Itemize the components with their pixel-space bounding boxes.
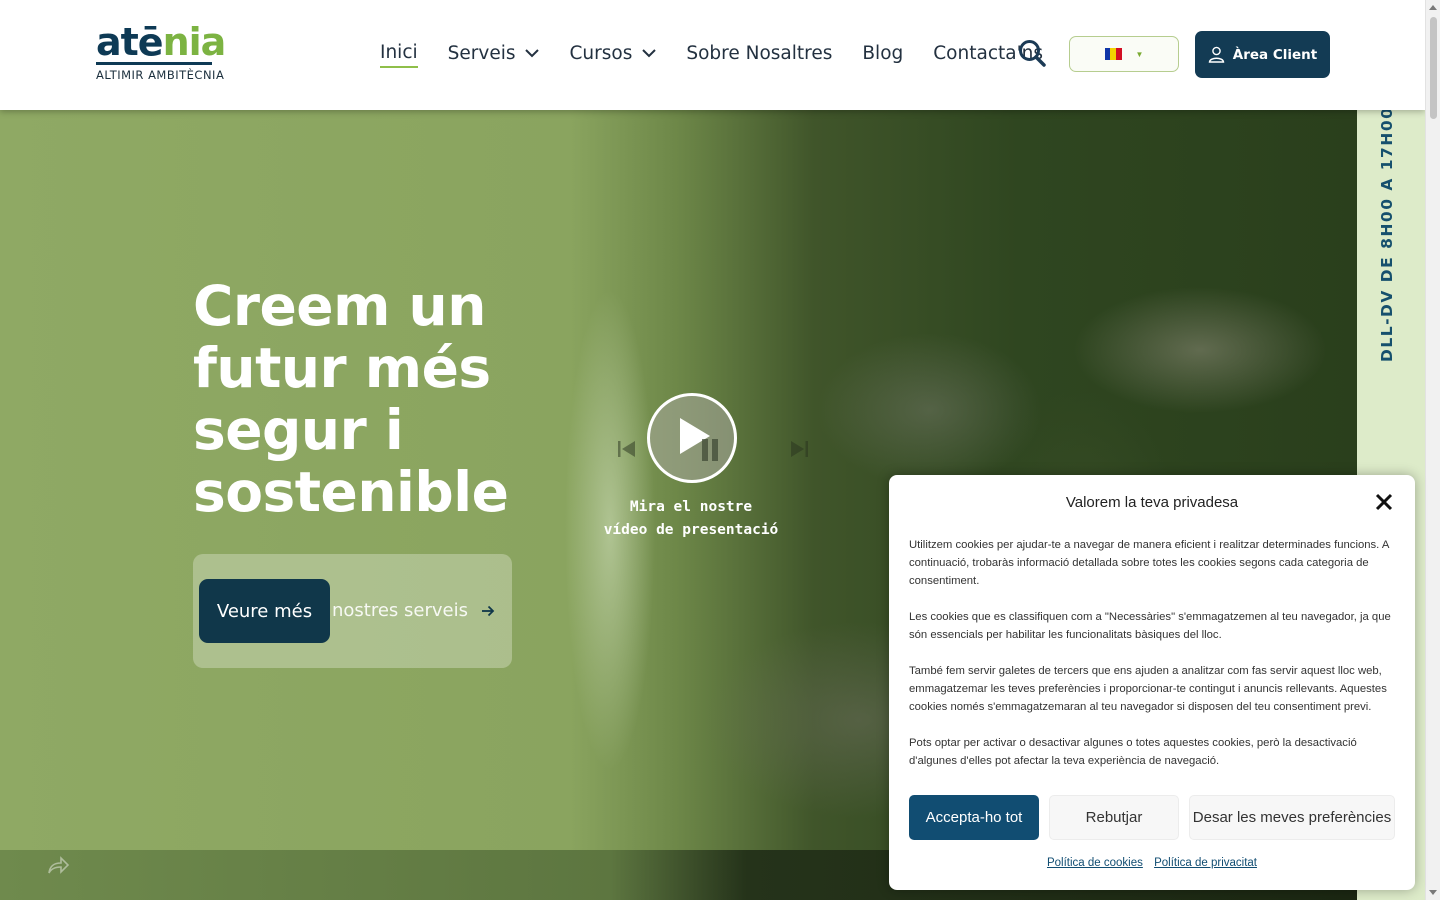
- scroll-up-arrow-icon[interactable]: [1429, 5, 1437, 10]
- logo-underline: [96, 62, 212, 65]
- scroll-down-arrow-icon[interactable]: [1429, 890, 1437, 895]
- video-caption-line2: vídeo de presentació: [603, 522, 779, 538]
- cookie-paragraph: Les cookies que es classifiquen com a "N…: [909, 611, 1391, 641]
- opening-hours-text: DLL-DV DE 8H00 A 17H00: [1378, 107, 1404, 370]
- save-preferences-button[interactable]: Desar les meves preferències: [1189, 795, 1395, 840]
- nav-item-sobre-nosaltres[interactable]: Sobre Nosaltres: [686, 38, 832, 68]
- scrollbar-thumb[interactable]: [1430, 17, 1437, 119]
- client-area-button[interactable]: Àrea Client: [1195, 31, 1330, 78]
- user-icon: [1208, 46, 1225, 63]
- chevron-down-icon: [525, 49, 540, 58]
- main-nav: Inici Serveis Cursos Sobre Nosaltres Blo…: [380, 38, 1073, 68]
- cta-services-text[interactable]: nostres serveis: [332, 600, 468, 621]
- cookie-paragraph: Pots optar per activar o desactivar algu…: [909, 737, 1357, 767]
- see-more-button[interactable]: Veure més: [199, 579, 330, 643]
- logo-tagline: ALTIMIR AMBITÈCNIA: [96, 68, 225, 82]
- cta-box: Veure més nostres serveis: [193, 554, 512, 668]
- nav-item-blog[interactable]: Blog: [862, 38, 903, 68]
- play-pause-icon: [680, 418, 718, 461]
- chevron-down-icon: [642, 49, 657, 58]
- privacy-policy-link[interactable]: Política de privacitat: [1154, 857, 1257, 869]
- next-track-icon[interactable]: [785, 435, 813, 463]
- share-icon[interactable]: [46, 853, 70, 877]
- video-caption: Mira el nostre vídeo de presentació: [596, 496, 786, 542]
- cookie-dialog-title: Valorem la teva privadesa: [1065, 494, 1239, 511]
- arrow-right-icon[interactable]: [480, 603, 496, 619]
- caret-down-icon: ▼: [1135, 49, 1144, 59]
- nav-item-serveis[interactable]: Serveis: [448, 38, 540, 68]
- video-caption-line1: Mira el nostre: [629, 499, 753, 515]
- cookie-consent-dialog: Valorem la teva privadesa Utilitzem cook…: [889, 475, 1415, 890]
- atenia-logo[interactable]: atēnia ALTIMIR AMBITÈCNIA: [96, 22, 226, 86]
- page-scrollbar[interactable]: [1425, 0, 1440, 900]
- previous-track-icon[interactable]: [613, 435, 641, 463]
- nav-item-inici[interactable]: Inici: [380, 38, 418, 68]
- cookie-policy-link[interactable]: Política de cookies: [1047, 857, 1143, 869]
- opening-hours-label: DLL-DV DE 8H00 A 17H00: [1378, 106, 1396, 362]
- cookie-policy-links: Política de cookies Política de privacit…: [889, 857, 1415, 869]
- cookie-paragraph: Utilitzem cookies per ajudar-te a navega…: [909, 539, 1389, 587]
- close-icon[interactable]: [1375, 493, 1393, 511]
- logo-wordmark: atēnia: [96, 20, 226, 64]
- accept-all-button[interactable]: Accepta-ho tot: [909, 795, 1039, 840]
- video-play-button[interactable]: [647, 393, 737, 483]
- cookie-paragraph: També fem servir galetes de tercers que …: [909, 665, 1387, 713]
- client-area-label: Àrea Client: [1232, 46, 1318, 63]
- cookie-dialog-body: Utilitzem cookies per ajudar-te a navega…: [909, 536, 1394, 788]
- language-selector[interactable]: ▼: [1069, 36, 1179, 72]
- search-icon[interactable]: [1017, 38, 1047, 68]
- andorra-flag-icon: [1104, 48, 1122, 60]
- site-header: atēnia ALTIMIR AMBITÈCNIA Inici Serveis …: [0, 0, 1425, 110]
- reject-button[interactable]: Rebutjar: [1049, 795, 1179, 840]
- nav-item-cursos[interactable]: Cursos: [569, 38, 657, 68]
- hero-title: Creem un futur més segur i sostenible: [193, 274, 509, 524]
